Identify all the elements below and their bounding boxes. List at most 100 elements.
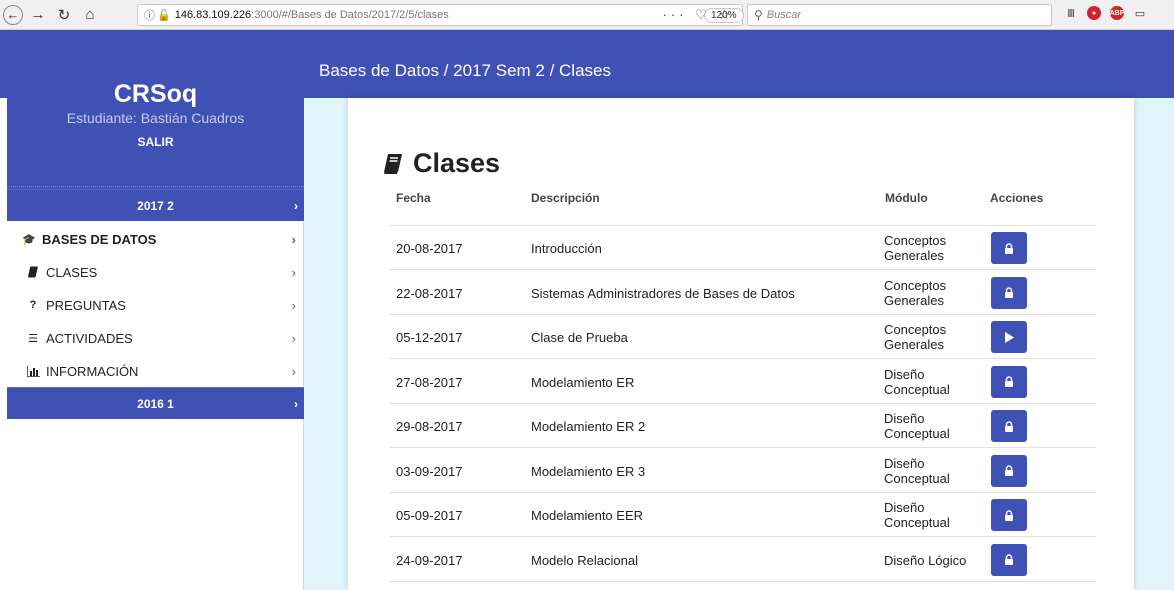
- address-bar[interactable]: ⓘ 🔓 146.83.109.226:3000/#/Bases de Datos…: [137, 4, 744, 26]
- row-module: Diseño Conceptual: [884, 411, 950, 441]
- chevron-right-icon: ›: [291, 363, 296, 379]
- sidebar-item-clases[interactable]: CLASES ›: [7, 256, 304, 288]
- question-icon: ?: [29, 299, 37, 311]
- row-description: Modelo Relacional: [531, 552, 638, 568]
- table-row: 29-08-2017 Modelamiento ER 2 Diseño Concept…: [389, 404, 1096, 448]
- row-date: 27-08-2017: [396, 374, 463, 390]
- home-icon[interactable]: ⌂: [79, 4, 101, 26]
- row-module-line-2: Conceptual: [884, 470, 950, 486]
- row-date: 03-09-2017: [396, 463, 463, 479]
- adblock-icon[interactable]: ABP: [1110, 6, 1124, 20]
- row-module: Diseño Conceptual: [884, 367, 950, 397]
- term-label: 2017 2: [137, 198, 174, 213]
- column-header-module: Módulo: [885, 191, 928, 205]
- sidebar-item-preguntas[interactable]: ? PREGUNTAS ›: [7, 289, 304, 321]
- sidebar-icon[interactable]: ▭: [1133, 6, 1147, 20]
- locked-class-button[interactable]: [991, 543, 1027, 576]
- start-class-button[interactable]: [991, 321, 1027, 353]
- graduation-cap-icon: 🎓: [22, 233, 36, 246]
- row-date: 22-08-2017: [396, 285, 463, 301]
- table-row: 05-09-2017 Modelamiento EER Diseño Conceptu…: [389, 493, 1096, 537]
- lock-icon: [1004, 376, 1014, 387]
- row-description: Introducción: [531, 241, 602, 256]
- table-row: 22-08-2017 Sistemas Administradores de Ba…: [389, 271, 1096, 315]
- book-icon: [24, 266, 42, 278]
- url-path: :3000/#/Bases de Datos/2017/2/5/clases: [251, 9, 449, 21]
- browser-tools: Ⅲ ● ABP ▭: [1064, 6, 1147, 20]
- forward-icon[interactable]: →: [27, 4, 49, 26]
- url-host: 146.83.109.226: [174, 9, 252, 21]
- app-brand: CRSoq: [113, 80, 198, 108]
- book-icon: [384, 153, 402, 174]
- reload-icon[interactable]: ↻: [53, 4, 75, 26]
- table-row: 05-12-2017 Clase de Prueba Conceptos Genera…: [389, 315, 1096, 359]
- locked-class-button[interactable]: [991, 232, 1027, 264]
- insecure-lock-icon[interactable]: 🔓: [157, 9, 171, 22]
- sidebar: CRSoq Estudiante: Bastián Cuadros SALIR …: [7, 30, 304, 590]
- row-module: Conceptos Generales: [884, 322, 946, 352]
- column-header-actions: Acciones: [990, 191, 1044, 205]
- row-date: 29-08-2017: [396, 419, 463, 434]
- sidebar-item-informacion[interactable]: INFORMACIÓN ›: [7, 355, 304, 387]
- page-title-text: Clases: [413, 148, 501, 178]
- page-actions-icon[interactable]: ··· ♡ ☆: [662, 7, 734, 23]
- row-module-line-2: Conceptual: [884, 426, 950, 441]
- row-module: Conceptos Generales: [884, 233, 946, 263]
- row-date: 24-09-2017: [396, 552, 463, 568]
- library-icon[interactable]: Ⅲ: [1064, 6, 1078, 20]
- locked-class-button[interactable]: [991, 410, 1027, 442]
- logout-button[interactable]: SALIR: [7, 135, 304, 149]
- back-icon[interactable]: ←: [3, 4, 23, 25]
- row-module-line-1: Diseño: [884, 411, 925, 426]
- search-icon: ⚲: [754, 8, 763, 22]
- chevron-right-icon: ›: [291, 231, 296, 247]
- row-module-line-1: Diseño: [884, 500, 925, 515]
- lock-icon: [1004, 465, 1014, 476]
- page-title: Clases: [383, 148, 500, 179]
- row-module: Diseño Conceptual: [884, 500, 950, 530]
- extension-icon[interactable]: ●: [1087, 6, 1101, 20]
- row-module-line-2: Conceptual: [884, 381, 950, 397]
- sidebar-item-label: INFORMACIÓN: [46, 363, 139, 379]
- row-module-line-1: Diseño Lógico: [884, 552, 967, 568]
- lock-icon: [1004, 554, 1014, 565]
- row-module-line-2: Generales: [884, 337, 944, 352]
- term-2017-2[interactable]: 2017 2 ›: [7, 189, 304, 221]
- row-module-line-1: Conceptos: [884, 233, 947, 248]
- sidebar-item-label: CLASES: [46, 264, 98, 280]
- search-input[interactable]: ⚲ Buscar: [747, 4, 1052, 26]
- lock-icon: [1004, 420, 1014, 432]
- search-placeholder: Buscar: [766, 9, 802, 21]
- column-header-description: Descripción: [531, 191, 600, 205]
- chevron-right-icon: ›: [291, 330, 296, 346]
- student-name: Estudiante: Bastián Cuadros: [66, 110, 245, 126]
- lock-icon: [1004, 509, 1014, 521]
- term-2016-1[interactable]: 2016 1 ›: [7, 387, 304, 419]
- row-module-line-1: Diseño: [884, 455, 925, 471]
- column-header-date: Fecha: [396, 191, 431, 205]
- table-row: 24-09-2017 Modelo Relacional Diseño Lógico: [389, 538, 1096, 582]
- locked-class-button[interactable]: [991, 365, 1027, 398]
- row-description: Sistemas Administradores de Bases de Dat…: [531, 285, 795, 301]
- row-description: Modelamiento ER 3: [531, 463, 646, 479]
- lock-icon: [1004, 287, 1014, 298]
- bar-chart-icon: [24, 365, 42, 377]
- row-description: Modelamiento EER: [531, 508, 643, 523]
- sidebar-item-actividades[interactable]: ☰ ACTIVIDADES ›: [7, 322, 304, 354]
- row-description: Clase de Prueba: [531, 330, 628, 345]
- row-date: 20-08-2017: [396, 241, 463, 256]
- sidebar-item-label: PREGUNTAS: [46, 297, 126, 313]
- locked-class-button[interactable]: [991, 454, 1027, 487]
- row-description: Modelamiento ER: [531, 374, 635, 390]
- row-module-line-2: Generales: [884, 248, 944, 263]
- row-module: Conceptos Generales: [884, 278, 946, 308]
- locked-class-button[interactable]: [991, 276, 1027, 309]
- locked-class-button[interactable]: [991, 499, 1027, 531]
- sidebar-item-course[interactable]: 🎓 BASES DE DATOS ›: [7, 223, 304, 255]
- list-icon: ☰: [28, 332, 38, 345]
- sidebar-item-label: ACTIVIDADES: [46, 330, 133, 346]
- divider: [7, 186, 304, 187]
- row-module-line-2: Generales: [884, 292, 944, 308]
- info-icon[interactable]: ⓘ: [144, 7, 155, 23]
- table-row: 27-08-2017 Modelamiento ER Diseño Conceptua…: [389, 360, 1096, 404]
